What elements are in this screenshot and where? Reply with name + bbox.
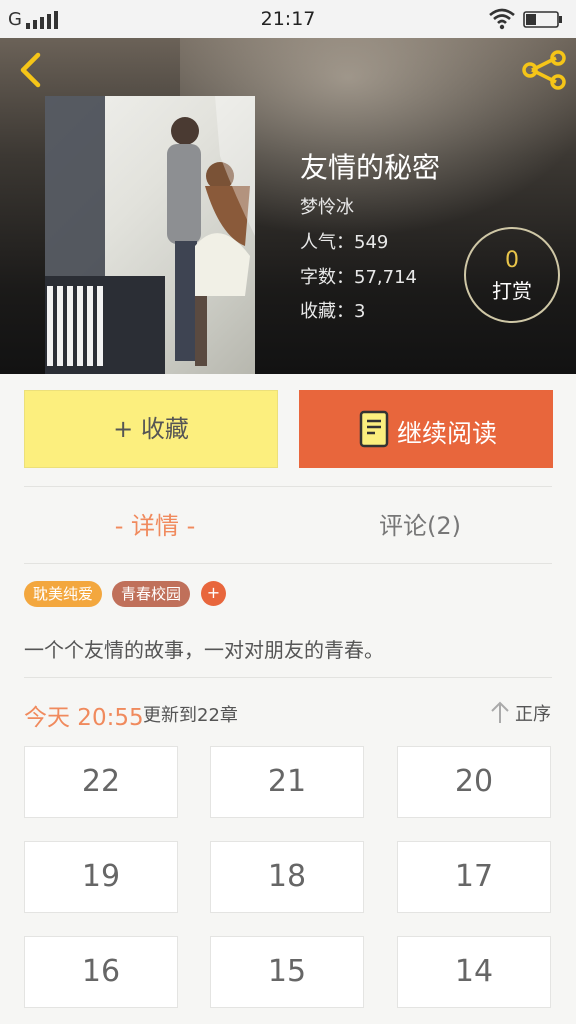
reward-count: 0 (505, 248, 519, 273)
add-tag-button[interactable]: + (201, 581, 226, 606)
chapter-button[interactable]: 20 (397, 746, 551, 818)
divider (24, 563, 552, 564)
favorites-stat: 收藏：3 (300, 301, 366, 322)
update-status: 更新到22章 (143, 705, 238, 726)
book-icon (359, 410, 389, 448)
tag-chip[interactable]: 耽美纯爱 (24, 581, 103, 607)
chapter-button[interactable]: 22 (24, 746, 178, 818)
update-time: 今天 20:55 (24, 705, 144, 731)
book-header: 友情的秘密 梦怜冰 人气：549 字数：57,714 收藏：3 0 打赏 (0, 38, 576, 374)
chapter-button[interactable]: 16 (24, 936, 178, 1008)
wifi-icon (489, 8, 515, 30)
tab-detail[interactable]: - 详情 - (60, 506, 250, 541)
book-cover (45, 96, 255, 374)
book-title: 友情的秘密 (300, 151, 441, 184)
chapter-button[interactable]: 21 (210, 746, 364, 818)
tab-comments[interactable]: 评论(2) (330, 506, 510, 541)
arrow-up-icon (491, 701, 509, 723)
reward-button[interactable]: 0 打赏 (464, 227, 560, 323)
chapter-button[interactable]: 18 (210, 841, 364, 913)
chapter-button[interactable]: 17 (397, 841, 551, 913)
popularity-stat: 人气：549 (300, 232, 389, 253)
divider (24, 486, 552, 487)
sort-label: 正序 (515, 704, 551, 725)
word-count-stat: 字数：57,714 (300, 267, 417, 288)
continue-reading-label: 继续阅读 (397, 419, 498, 448)
cover-illustration (45, 96, 255, 374)
chapter-button[interactable]: 15 (210, 936, 364, 1008)
status-bar: G 21:17 (0, 0, 576, 38)
continue-reading-button[interactable]: 继续阅读 (299, 390, 553, 468)
favorite-button[interactable]: + 收藏 (24, 390, 278, 468)
chevron-left-icon[interactable] (14, 50, 48, 90)
chapter-button[interactable]: 19 (24, 841, 178, 913)
share-icon[interactable] (520, 50, 568, 90)
battery-icon (523, 11, 562, 28)
tag-chip[interactable]: 青春校园 (112, 581, 191, 607)
sort-order-button[interactable]: 正序 (489, 699, 553, 725)
reward-label: 打赏 (492, 279, 532, 303)
chapter-button[interactable]: 14 (397, 936, 551, 1008)
divider (24, 677, 552, 678)
book-summary: 一个个友情的故事，一对对朋友的青春。 (24, 638, 384, 662)
book-author[interactable]: 梦怜冰 (300, 193, 354, 219)
